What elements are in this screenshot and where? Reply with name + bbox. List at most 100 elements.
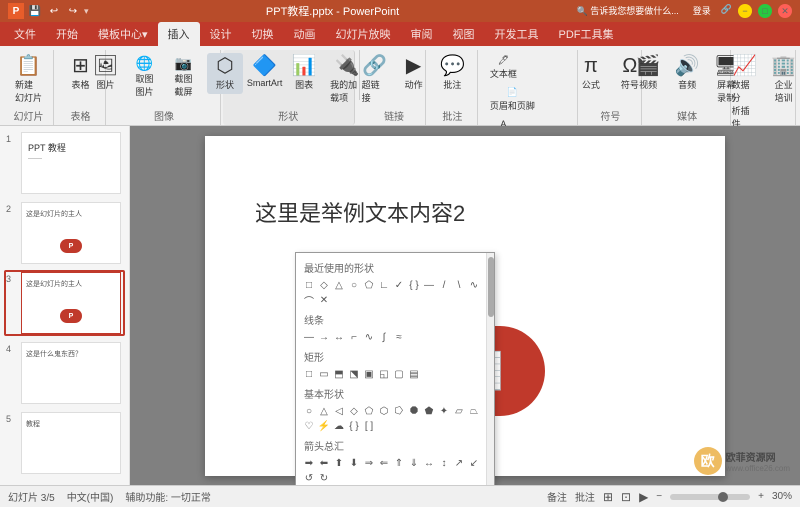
new-slide-button[interactable]: 📋 新建幻灯片 [10,53,47,107]
view-slide-sorter[interactable]: ⊡ [621,490,631,504]
tab-animations[interactable]: 动画 [284,22,326,46]
picture-button[interactable]: 🖼 图片 [87,53,123,94]
rect-diag[interactable]: ◱ [377,367,391,381]
shape-pent[interactable]: ⬠ [362,278,376,292]
audio-button[interactable]: 🔊 音频 [669,53,705,94]
basic-oval[interactable]: ○ [302,404,316,418]
tab-slideshow[interactable]: 幻灯片放映 [326,22,401,46]
basic-hept[interactable]: ⭔ [392,404,406,418]
basic-brackets[interactable]: [ ] [362,419,376,433]
tab-view[interactable]: 视图 [443,22,485,46]
line-scribble[interactable]: ≈ [392,330,406,344]
arrow-left[interactable]: ⬅ [317,456,331,470]
shapes-scrollbar[interactable] [486,253,494,485]
shape-bslash[interactable]: \ [452,278,466,292]
arrow-diag2[interactable]: ↙ [467,456,481,470]
shape-arc[interactable]: ⌒ [302,293,316,307]
slide-thumb-3[interactable]: 3 这是幻灯片的主人 P [4,270,125,336]
basic-oct[interactable]: ⯃ [407,404,421,418]
close-button[interactable]: ✕ [778,4,792,18]
basic-trap[interactable]: ⏢ [467,404,481,418]
save-icon[interactable]: 💾 [27,3,43,19]
basic-braces[interactable]: { } [347,419,361,433]
zoom-slider[interactable] [670,494,750,500]
tab-developer[interactable]: 开发工具 [485,22,549,46]
tab-transitions[interactable]: 切换 [242,22,284,46]
shape-x[interactable]: ✕ [317,293,331,307]
shape-circle[interactable]: ○ [347,278,361,292]
comments-button[interactable]: 批注 [575,489,595,504]
enterprise-button[interactable]: 🏢 企业培训 [766,53,800,107]
shape-angle[interactable]: ∟ [377,278,391,292]
basic-diamond[interactable]: ◇ [347,404,361,418]
basic-lightning[interactable]: ⚡ [317,419,331,433]
slide-thumb-4[interactable]: 4 这是什么鬼东西？ [4,340,125,406]
shape-brace[interactable]: { } [407,278,421,292]
shape-triangle[interactable]: △ [332,278,346,292]
chart-button[interactable]: 📊 图表 [286,53,322,94]
arrow-fat-down[interactable]: ⇓ [407,456,421,470]
line-arrow[interactable]: → [317,330,331,344]
shape-check[interactable]: ✓ [392,278,406,292]
comment-button[interactable]: 💬 批注 [434,53,470,94]
rect-snip2[interactable]: ⬔ [347,367,361,381]
header-footer-button[interactable]: 📄 页眉和页脚 [486,85,539,114]
view-presenter[interactable]: ▶ [639,490,648,504]
basic-hex[interactable]: ⬡ [377,404,391,418]
undo-icon[interactable]: ↩ [46,3,62,19]
arrow-right[interactable]: ➡ [302,456,316,470]
share-label[interactable]: 🔗 [721,4,732,18]
tab-review[interactable]: 审阅 [401,22,443,46]
search-box[interactable]: 🔍 告诉我您想要做什么... [577,4,679,18]
arrow-down[interactable]: ⬇ [347,456,361,470]
basic-dec[interactable]: ⬟ [422,404,436,418]
shape-rect[interactable]: □ [302,278,316,292]
arrow-curve[interactable]: ↻ [317,471,331,485]
shape-slash[interactable]: / [437,278,451,292]
online-picture-button[interactable]: 🌐 取图图片 [126,53,162,101]
line-free[interactable]: ∫ [377,330,391,344]
shape-diamond[interactable]: ◇ [317,278,331,292]
action-button[interactable]: ▶ 动作 [396,53,432,94]
data-analysis-button[interactable]: 📈 数据分析插件 [727,53,763,133]
rect-snip3[interactable]: ▢ [392,367,406,381]
line-double-arrow[interactable]: ↔ [332,330,346,344]
screenshot-button[interactable]: 📷 截图截屏 [165,53,201,101]
view-normal[interactable]: ⊞ [603,490,613,504]
rect-frame[interactable]: ▤ [407,367,421,381]
canvas-area[interactable]: 这里是举例文本内容2 P 📊 最近使用的形状 □ ◇ △ ○ ⬠ ∟ ✓ { }… [130,126,800,485]
arrow-ud[interactable]: ↕ [437,456,451,470]
slide-thumb-2[interactable]: 2 这是幻灯片的主人 P [4,200,125,266]
textbox-button[interactable]: 🖊 文本框 [486,53,521,82]
tab-template[interactable]: 模板中心▾ [88,22,158,46]
maximize-button[interactable]: □ [758,4,772,18]
arrow-bend[interactable]: ↺ [302,471,316,485]
notes-button[interactable]: 备注 [547,489,567,504]
tab-home[interactable]: 开始 [46,22,88,46]
basic-para[interactable]: ▱ [452,404,466,418]
arrow-fat-left[interactable]: ⇐ [377,456,391,470]
basic-tri[interactable]: △ [317,404,331,418]
arrow-lr[interactable]: ↔ [422,456,436,470]
smartart-button[interactable]: 🔷 SmartArt [246,53,283,91]
basic-heart[interactable]: ♡ [302,419,316,433]
rect-basic[interactable]: □ [302,367,316,381]
zoom-out[interactable]: − [656,491,662,502]
rect-round-snip[interactable]: ▣ [362,367,376,381]
basic-rtri[interactable]: ◁ [332,404,346,418]
tab-design[interactable]: 设计 [200,22,242,46]
zoom-in[interactable]: + [758,491,764,502]
rect-snip[interactable]: ⬒ [332,367,346,381]
redo-icon[interactable]: ↪ [65,3,81,19]
login-label[interactable]: 登录 [693,4,711,18]
shapes-button[interactable]: ⬡ 形状 [207,53,243,94]
slide-thumb-5[interactable]: 5 教程 [4,410,125,476]
tab-insert[interactable]: 插入 [158,22,200,46]
shape-wave[interactable]: ∿ [467,278,481,292]
basic-pent[interactable]: ⬠ [362,404,376,418]
line-elbow[interactable]: ⌐ [347,330,361,344]
line-curve[interactable]: ∿ [362,330,376,344]
basic-12star[interactable]: ✦ [437,404,451,418]
arrow-diag1[interactable]: ↗ [452,456,466,470]
arrow-fat-right[interactable]: ⇒ [362,456,376,470]
